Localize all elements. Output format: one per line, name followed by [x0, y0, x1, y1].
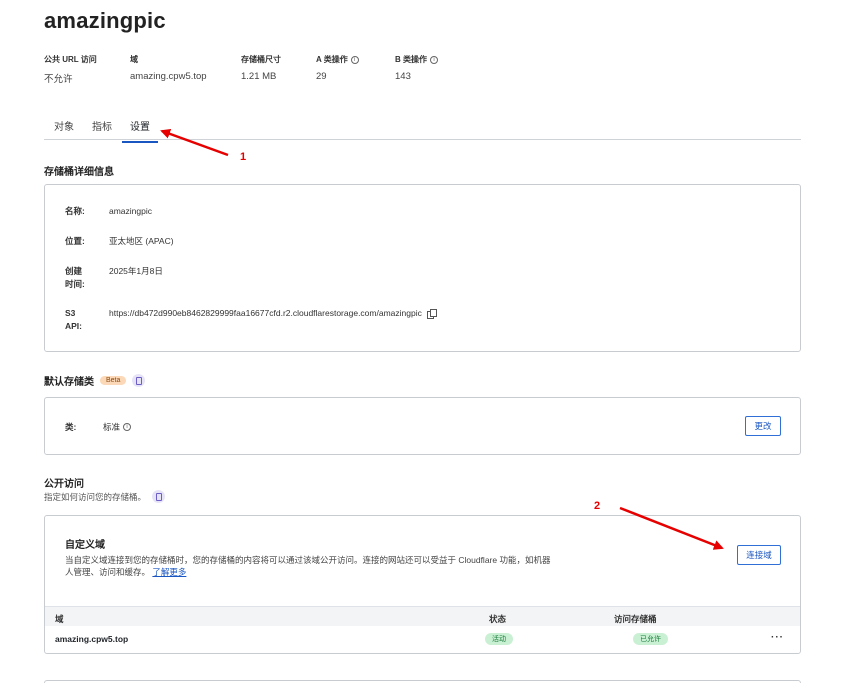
stat-class-a: A 类操作 i 29: [316, 54, 359, 82]
detail-value: 2025年1月8日: [109, 265, 163, 278]
bucket-name-value: amazingpic: [109, 206, 152, 216]
info-icon[interactable]: i: [123, 423, 132, 431]
public-access-heading: 公开访问: [44, 479, 84, 490]
col-domain[interactable]: 域: [55, 613, 64, 625]
storage-class-card: 类: 标准 i 更改: [44, 397, 801, 455]
storage-class-value-wrap: 标准 i: [103, 421, 132, 433]
stat-value: 1.21 MB: [241, 71, 277, 82]
stat-domain: 域 amazing.cpw5.top: [130, 54, 207, 82]
learn-more-link[interactable]: 了解更多: [152, 567, 186, 577]
col-access[interactable]: 访问存储桶: [614, 613, 657, 625]
custom-domain-title: 自定义域: [65, 540, 105, 551]
beta-badge: Beta: [100, 376, 127, 385]
tab-objects[interactable]: 对象: [54, 118, 74, 141]
doc-icon[interactable]: [132, 374, 146, 387]
detail-value: 亚太地区 (APAC): [109, 235, 174, 248]
created-value: 2025年1月8日: [109, 266, 163, 276]
custom-domain-desc-text: 当自定义域连接到您的存储桶时，您的存储桶的内容将可以通过该域公开访问。连接的网站…: [65, 555, 551, 577]
s3-api-url[interactable]: https://db472d990eb8462829999faa16677cfd…: [109, 307, 422, 320]
stat-value: 不允许: [44, 74, 73, 85]
public-access-subtitle: 指定如何访问您的存储桶。: [44, 491, 147, 502]
tab-settings[interactable]: 设置: [122, 118, 158, 143]
stat-class-b: B 类操作 i 143: [395, 54, 438, 82]
stat-label: 存储桶尺寸: [241, 55, 281, 64]
stat-value: 143: [395, 71, 411, 82]
bucket-title: amazingpic: [44, 8, 166, 33]
change-storage-class-button[interactable]: 更改: [745, 416, 781, 436]
stat-label: B 类操作: [395, 55, 427, 64]
stat-value: amazing.cpw5.top: [130, 71, 207, 82]
domain-table-header: 域 状态 访问存储桶: [45, 606, 800, 626]
custom-domain-card: 自定义域 当自定义域连接到您的存储桶时，您的存储桶的内容将可以通过该域公开访问。…: [44, 515, 801, 654]
details-card: 名称: amazingpic 位置: 亚太地区 (APAC) 创建时间: 202…: [44, 184, 801, 352]
detail-key: 创建时间:: [65, 266, 85, 289]
detail-key: 位置:: [65, 236, 85, 246]
detail-key: 名称:: [65, 206, 85, 216]
stat-value: 29: [316, 71, 327, 82]
custom-domain-description: 当自定义域连接到您的存储桶时，您的存储桶的内容将可以通过该域公开访问。连接的网站…: [65, 554, 555, 578]
annotation-label: 1: [240, 151, 247, 163]
doc-icon[interactable]: [152, 490, 166, 503]
storage-class-heading: 默认存储类 Beta: [44, 373, 146, 388]
copy-icon[interactable]: [426, 309, 437, 319]
location-value: 亚太地区 (APAC): [109, 236, 174, 246]
stat-label: 域: [130, 55, 138, 64]
detail-key: S3 API:: [65, 308, 82, 331]
stat-bucket-size: 存储桶尺寸 1.21 MB: [241, 54, 281, 82]
stat-label: A 类操作: [316, 55, 348, 64]
storage-class-value: 标准: [103, 422, 121, 432]
domain-cell[interactable]: amazing.cpw5.top: [55, 634, 128, 644]
info-icon[interactable]: i: [350, 55, 359, 64]
connect-domain-button[interactable]: 连接域: [737, 545, 781, 565]
stat-label: 公共 URL 访问: [44, 55, 97, 64]
detail-value: amazingpic: [109, 205, 152, 218]
info-icon[interactable]: i: [430, 55, 438, 64]
col-status[interactable]: 状态: [489, 613, 506, 625]
tab-bar: 对象 指标 设置: [44, 110, 801, 143]
details-heading: 存储桶详细信息: [44, 167, 114, 178]
storage-class-key: 类:: [65, 422, 77, 432]
access-badge: 已允许: [633, 633, 668, 645]
status-badge: 活动: [485, 633, 513, 645]
table-row: amazing.cpw5.top 活动 已允许 ···: [45, 626, 800, 652]
storage-class-title: 默认存储类: [44, 377, 94, 388]
more-icon[interactable]: ···: [771, 632, 784, 643]
public-access-subtitle-wrap: 指定如何访问您的存储桶。: [44, 490, 166, 503]
annotation-label: 2: [594, 500, 601, 512]
stat-public-url: 公共 URL 访问 不允许: [44, 54, 97, 85]
tab-metrics[interactable]: 指标: [92, 118, 112, 141]
detail-value: https://db472d990eb8462829999faa16677cfd…: [109, 307, 437, 320]
